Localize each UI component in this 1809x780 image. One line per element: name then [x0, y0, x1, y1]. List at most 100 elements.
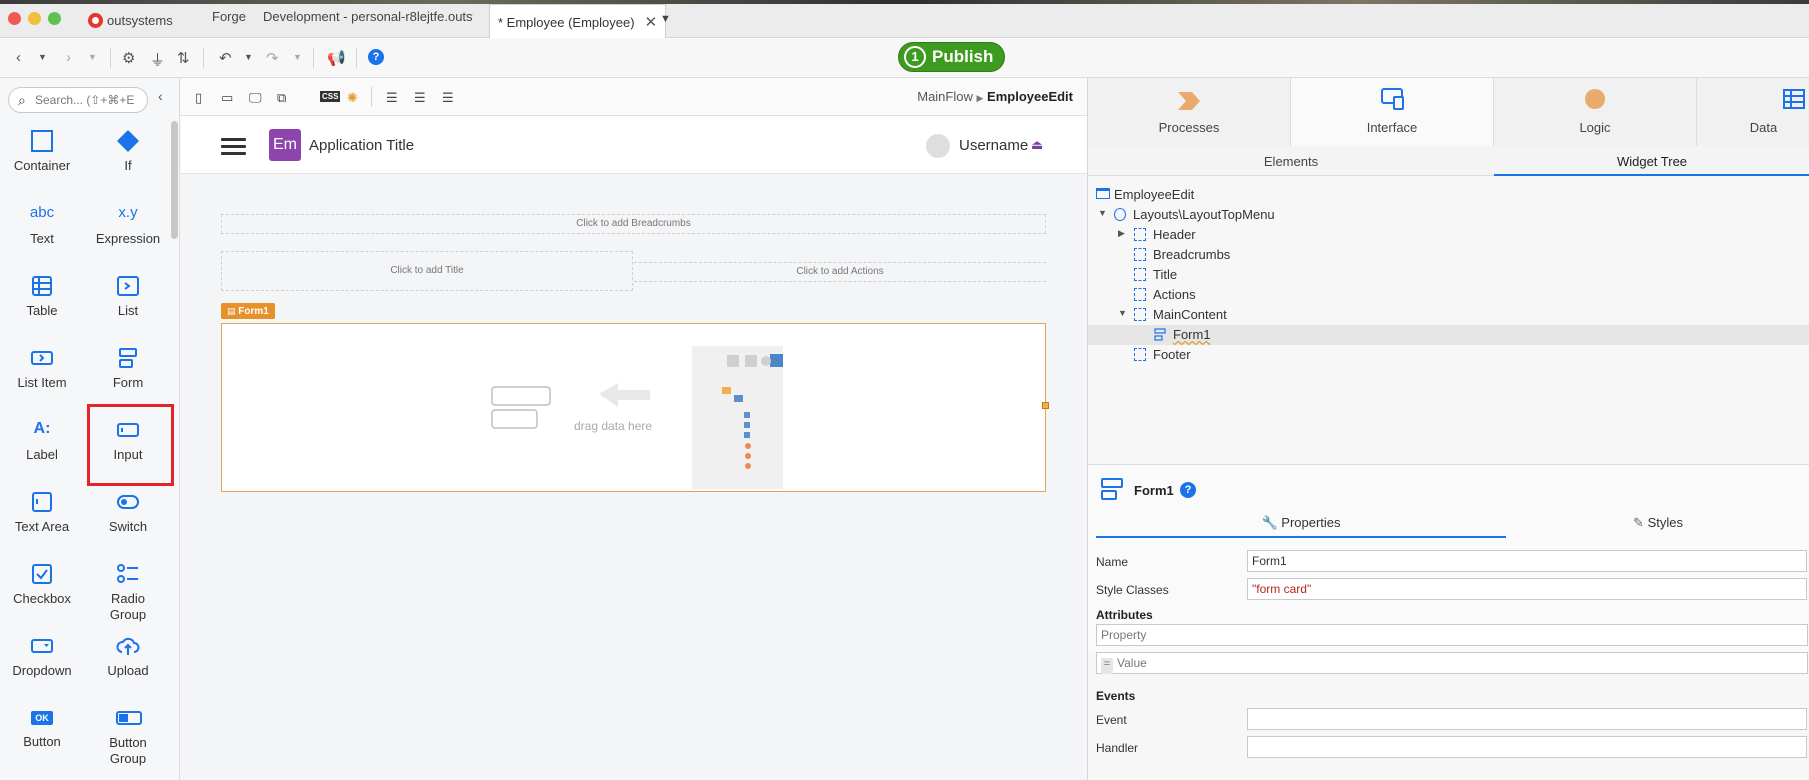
- tab-styles[interactable]: ✎ Styles: [1506, 508, 1809, 538]
- tab-interface[interactable]: Interface: [1291, 78, 1494, 146]
- tool-label: Radio: [111, 591, 145, 606]
- tree-item-form1[interactable]: Form1: [1088, 325, 1809, 345]
- menu-hamburger-icon[interactable]: [221, 138, 246, 156]
- plug-icon[interactable]: ⏚: [150, 49, 165, 70]
- tree-item-title[interactable]: Title: [1088, 265, 1809, 285]
- toolbox-scrollbar[interactable]: [171, 121, 178, 239]
- collapse-toolbox-icon[interactable]: ‹: [158, 88, 163, 104]
- tool-radio-group[interactable]: Radio Group: [86, 562, 170, 623]
- tool-label: Button: [109, 735, 147, 750]
- attribute-value-input[interactable]: = Value: [1096, 652, 1808, 674]
- tool-switch[interactable]: Switch: [86, 490, 170, 535]
- tool-text[interactable]: abc Text: [0, 202, 84, 247]
- tab-label: Properties: [1281, 515, 1341, 530]
- tool-container[interactable]: Container: [0, 129, 84, 174]
- expanded-caret-icon[interactable]: ▼: [1098, 208, 1107, 218]
- align-center-icon[interactable]: ☰: [414, 90, 426, 106]
- tab-logic[interactable]: Logic: [1494, 78, 1697, 146]
- settings-gear-icon[interactable]: ⚙: [122, 49, 135, 67]
- tab-label: Logic: [1579, 120, 1611, 135]
- selected-widget-name: Form1: [1134, 483, 1174, 498]
- minimize-window-button[interactable]: [28, 12, 41, 25]
- tab-processes[interactable]: Processes: [1088, 78, 1291, 146]
- toolbox-search-input[interactable]: ⌕ Search... (⇧+⌘+E: [8, 87, 148, 113]
- undo-history-icon[interactable]: ▼: [244, 52, 253, 62]
- tool-expression[interactable]: x.y Expression: [86, 202, 170, 247]
- tabs-dropdown-icon[interactable]: ▼: [660, 13, 671, 25]
- tool-table[interactable]: Table: [0, 274, 84, 319]
- desktop-preview-icon[interactable]: 🖵: [249, 90, 262, 106]
- close-window-button[interactable]: [8, 12, 21, 25]
- redo-icon[interactable]: ↷: [266, 49, 279, 67]
- publish-button[interactable]: 1 Publish: [898, 42, 1005, 72]
- tree-item-employeeedit[interactable]: EmployeeEdit: [1088, 185, 1809, 205]
- tab-properties[interactable]: 🔧 Properties: [1096, 508, 1506, 538]
- tree-item-footer[interactable]: Footer: [1088, 345, 1809, 365]
- align-right-icon[interactable]: ☰: [442, 90, 454, 106]
- title-placeholder[interactable]: Click to add Title: [221, 251, 633, 291]
- tab-development[interactable]: Development - personal-r8lejtfe.outsyst: [263, 9, 473, 31]
- tree-item-breadcrumbs[interactable]: Breadcrumbs: [1088, 245, 1809, 265]
- publish-label: Publish: [932, 47, 994, 66]
- tool-button-group[interactable]: Button Group: [86, 706, 170, 767]
- tool-text-area[interactable]: Text Area: [0, 490, 84, 535]
- actions-placeholder[interactable]: Click to add Actions: [634, 262, 1046, 282]
- style-classes-input[interactable]: "form card": [1247, 578, 1807, 600]
- tool-label-widget[interactable]: A: Label: [0, 418, 84, 463]
- tool-upload[interactable]: Upload: [86, 634, 170, 679]
- align-left-icon[interactable]: ☰: [386, 90, 398, 106]
- tree-item-maincontent[interactable]: ▼ MainContent: [1088, 305, 1809, 325]
- subtab-widget-tree[interactable]: Widget Tree: [1494, 146, 1809, 176]
- attribute-property-input[interactable]: Property: [1096, 624, 1808, 646]
- redo-history-icon[interactable]: ▼: [293, 52, 302, 62]
- tablet-preview-icon[interactable]: ▭: [221, 90, 233, 106]
- tab-forge[interactable]: Forge: [212, 9, 246, 31]
- phone-preview-icon[interactable]: ▯: [195, 90, 202, 106]
- merge-icon[interactable]: ⇅: [177, 49, 190, 67]
- maximize-window-button[interactable]: [48, 12, 61, 25]
- placeholder-icon: [1134, 248, 1146, 261]
- logout-icon[interactable]: ⏏: [1031, 137, 1043, 153]
- close-icon[interactable]: ✕: [645, 14, 658, 31]
- tree-item-actions[interactable]: Actions: [1088, 285, 1809, 305]
- wrench-icon: 🔧: [1261, 515, 1278, 530]
- flow-link[interactable]: MainFlow: [917, 89, 973, 104]
- tab-data[interactable]: Data: [1697, 78, 1809, 146]
- form-resize-handle[interactable]: [1042, 402, 1049, 409]
- help-icon[interactable]: ?: [368, 49, 384, 65]
- forward-history-icon[interactable]: ▼: [88, 52, 97, 62]
- form-widget-tag[interactable]: ▤ Form1: [221, 303, 275, 319]
- back-history-icon[interactable]: ▼: [38, 52, 47, 62]
- tool-checkbox[interactable]: Checkbox: [0, 562, 84, 607]
- handler-input[interactable]: [1247, 736, 1807, 758]
- megaphone-icon[interactable]: 📢: [327, 49, 346, 67]
- theme-palette-icon[interactable]: ✺: [347, 90, 358, 106]
- tool-label: Checkbox: [13, 591, 71, 606]
- tree-item-header[interactable]: ▶ Header: [1088, 225, 1809, 245]
- css-icon[interactable]: CSS: [320, 91, 341, 102]
- tool-button[interactable]: OK Button: [0, 706, 84, 750]
- expanded-caret-icon[interactable]: ▼: [1118, 308, 1127, 318]
- event-input[interactable]: [1247, 708, 1807, 730]
- tool-list-item[interactable]: List Item: [0, 346, 84, 391]
- name-input[interactable]: Form1: [1247, 550, 1807, 572]
- tool-dropdown[interactable]: Dropdown: [0, 634, 84, 679]
- tool-if[interactable]: If: [86, 129, 170, 174]
- subtab-elements[interactable]: Elements: [1088, 146, 1494, 176]
- tree-label: Title: [1153, 267, 1178, 282]
- help-icon[interactable]: ?: [1180, 482, 1196, 498]
- forward-icon[interactable]: ›: [66, 49, 71, 66]
- tree-label: EmployeeEdit: [1114, 187, 1195, 202]
- tool-label: Switch: [108, 519, 148, 534]
- tool-list[interactable]: List: [86, 274, 170, 319]
- toolbar-divider: [356, 48, 357, 68]
- breadcrumbs-placeholder[interactable]: Click to add Breadcrumbs: [221, 214, 1046, 234]
- tab-employee[interactable]: * Employee (Employee) ✕: [489, 4, 667, 38]
- back-icon[interactable]: ‹: [16, 49, 21, 66]
- collapsed-caret-icon[interactable]: ▶: [1118, 228, 1125, 239]
- tool-form[interactable]: Form: [86, 346, 170, 391]
- form-widget[interactable]: [221, 323, 1046, 492]
- tree-item-layout[interactable]: ▼ Layouts\LayoutTopMenu: [1088, 205, 1809, 225]
- undo-icon[interactable]: ↶: [219, 49, 232, 67]
- responsive-preview-icon[interactable]: ⧉: [277, 90, 286, 106]
